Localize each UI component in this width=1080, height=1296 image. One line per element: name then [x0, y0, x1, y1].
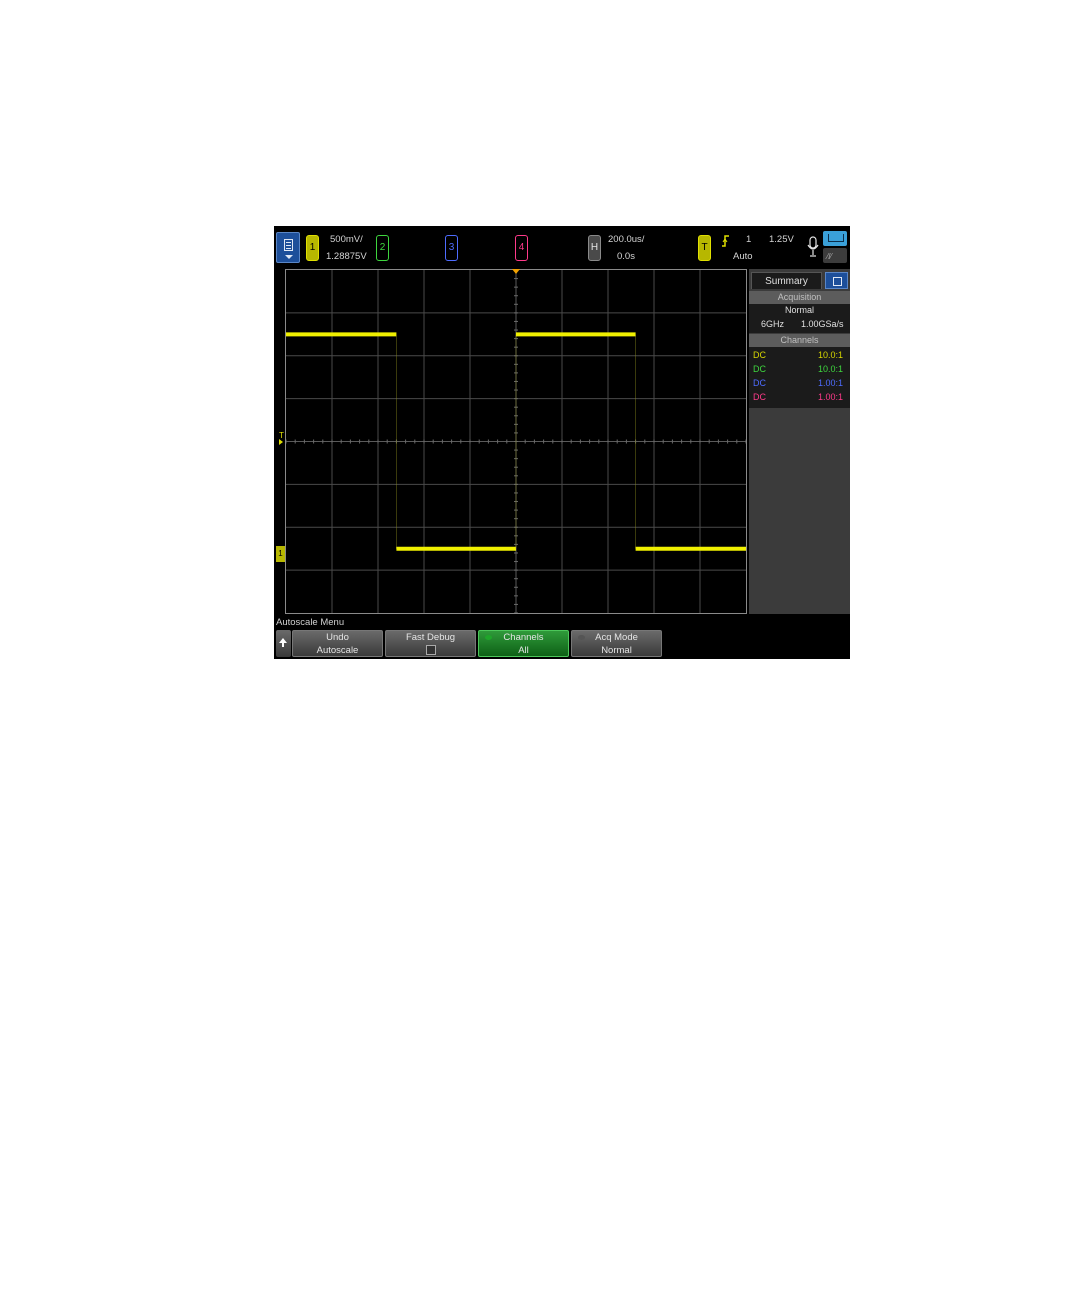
softkey-label: Fast Debug: [405, 632, 456, 643]
horizontal-delay: 0.0s: [617, 251, 635, 262]
status-bar: 1 500mV/ 1.28875V 2 3 4 H 200.0us/ 0.0s …: [274, 226, 850, 269]
softkey-label: Undo: [326, 632, 349, 643]
channel-1-key[interactable]: 1: [306, 235, 319, 261]
ch3-coupling: DC: [753, 378, 766, 388]
horizontal-key[interactable]: H: [588, 235, 601, 261]
waveform-graticule[interactable]: [285, 269, 747, 614]
ch1-coupling: DC: [753, 350, 766, 360]
undo-autoscale-softkey[interactable]: Undo Autoscale: [292, 630, 383, 657]
softkey-label: Channels: [503, 632, 544, 643]
sidebar-menu-button[interactable]: [825, 272, 848, 289]
trigger-source: 1: [746, 234, 752, 245]
draw-mode-button[interactable]: ⁄/⁄: [823, 248, 847, 263]
trigger-mode: Auto: [733, 251, 753, 262]
ch2-coupling: DC: [753, 364, 766, 374]
menu-icon: [284, 239, 293, 251]
zoom-mode-button[interactable]: [823, 231, 847, 246]
fast-debug-softkey[interactable]: Fast Debug: [385, 630, 476, 657]
ch4-coupling: DC: [753, 392, 766, 402]
tab-summary[interactable]: Summary: [751, 272, 822, 289]
fast-debug-checkbox[interactable]: [426, 645, 436, 655]
ch4-probe: 1.00:1: [818, 392, 844, 402]
softkey-value: Normal: [601, 645, 632, 656]
draw-icon: ⁄/⁄: [827, 252, 832, 261]
menu-back-button[interactable]: [276, 630, 291, 657]
ch1-offset: 1.28875V: [326, 251, 367, 262]
list-icon: [833, 277, 842, 286]
trigger-level: 1.25V: [769, 234, 794, 245]
trigger-key[interactable]: T: [698, 235, 711, 261]
acquisition-header: Acquisition: [749, 291, 850, 304]
ch1-probe: 10.0:1: [818, 350, 844, 360]
channels-softkey[interactable]: Channels All: [478, 630, 569, 657]
oscilloscope-screen: 1 500mV/ 1.28875V 2 3 4 H 200.0us/ 0.0s …: [274, 226, 850, 659]
sample-rate: 1.00GSa/s: [801, 319, 844, 329]
dropdown-arrow-icon: [285, 255, 293, 259]
graticule-svg: [286, 270, 746, 613]
acq-mode-softkey[interactable]: Acq Mode Normal: [571, 630, 662, 657]
menu-title: Autoscale Menu: [276, 617, 345, 628]
ch3-probe: 1.00:1: [818, 378, 844, 388]
rising-edge-icon: [722, 235, 729, 247]
main-menu-button[interactable]: [276, 232, 300, 263]
ch1-ground-marker[interactable]: 1: [276, 546, 285, 562]
acq-mode: Normal: [784, 305, 814, 315]
softkey-value: All: [518, 645, 529, 656]
channels-panel: DC 10.0:1 DC 10.0:1 DC 1.00:1 DC 1.00:1: [749, 347, 850, 408]
softkey-label: Acq Mode: [595, 632, 638, 643]
zoom-box-icon: [828, 234, 844, 242]
softkey-value: Autoscale: [316, 645, 359, 656]
trigger-position-marker[interactable]: [512, 269, 520, 274]
channels-header: Channels: [749, 334, 850, 347]
channel-2-key[interactable]: 2: [376, 235, 389, 261]
ch2-probe: 10.0:1: [818, 364, 844, 374]
bandwidth: 6GHz: [761, 319, 785, 329]
microphone-icon[interactable]: [807, 236, 819, 258]
channel-3-key[interactable]: 3: [445, 235, 458, 261]
timebase-value: 200.0us/: [608, 234, 645, 245]
channel-4-key[interactable]: 4: [515, 235, 528, 261]
summary-sidebar: Summary Acquisition Normal 6GHz 1.00GSa/…: [749, 269, 850, 614]
softkey-menu: Autoscale Menu Undo Autoscale Fast Debug…: [274, 614, 850, 659]
acquisition-panel: Normal 6GHz 1.00GSa/s: [749, 304, 850, 333]
trigger-arrow-icon: [279, 439, 283, 445]
ch1-scale: 500mV/: [330, 234, 363, 245]
